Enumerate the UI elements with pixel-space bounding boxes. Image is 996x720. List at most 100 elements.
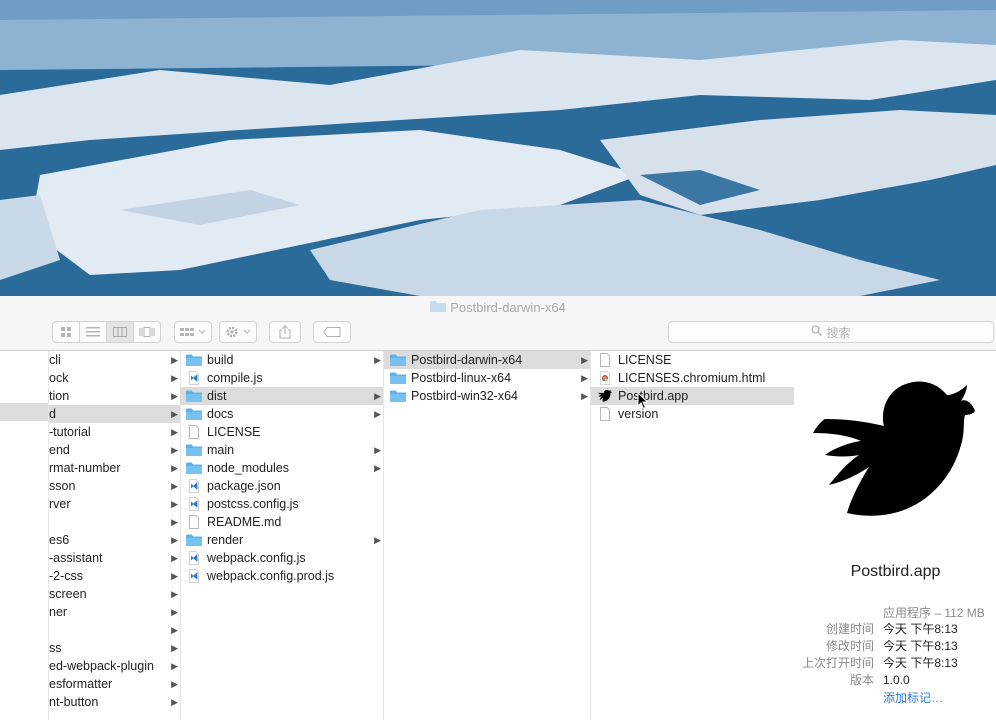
chrome-html-icon [597, 371, 613, 385]
file-icon [597, 353, 613, 367]
list-item[interactable]: ed-webpack-plugin ▶ [49, 657, 180, 675]
list-item[interactable]: LICENSE [591, 351, 794, 369]
list-item[interactable]: LICENSE [180, 423, 383, 441]
list-item[interactable]: build ▶ [180, 351, 383, 369]
file-icon [186, 515, 202, 529]
share-button[interactable] [269, 321, 301, 343]
disclosure-arrow-icon: ▶ [171, 643, 178, 653]
disclosure-arrow-icon: ▶ [171, 625, 178, 635]
list-item-label: Postbird-win32-x64 [411, 389, 518, 403]
last-opened-value: 今天 下午8:13 [883, 656, 958, 670]
list-item[interactable]: dist ▶ [180, 387, 383, 405]
disclosure-arrow-icon: ▶ [374, 355, 381, 365]
browser-column-1: cli ▶ ock ▶ tion ▶ d ▶ -tutorial ▶ end ▶ rmat-number… [48, 351, 181, 720]
list-item-label: Postbird-linux-x64 [411, 371, 512, 385]
search-icon [811, 325, 823, 339]
list-item[interactable]: ner ▶ [49, 603, 180, 621]
gear-icon[interactable] [220, 322, 256, 342]
list-item[interactable]: ▶ [49, 513, 180, 531]
list-item[interactable]: es6 ▶ [49, 531, 180, 549]
list-item[interactable]: Postbird.app [591, 387, 794, 405]
list-item[interactable]: cli ▶ [49, 351, 180, 369]
list-item[interactable]: postcss.config.js [180, 495, 383, 513]
list-item[interactable]: ss ▶ [49, 639, 180, 657]
list-item[interactable]: -assistant ▶ [49, 549, 180, 567]
list-item[interactable]: rver ▶ [49, 495, 180, 513]
list-item[interactable]: Postbird-darwin-x64 ▶ [384, 351, 590, 369]
list-item[interactable]: version [591, 405, 794, 423]
list-item[interactable]: LICENSES.chromium.html [591, 369, 794, 387]
list-item-label: LICENSE [618, 353, 672, 367]
list-item[interactable]: sson ▶ [49, 477, 180, 495]
disclosure-arrow-icon: ▶ [171, 553, 178, 563]
list-item[interactable]: esformatter ▶ [49, 675, 180, 693]
mouse-cursor-icon [637, 391, 649, 415]
list-item[interactable]: -2-css ▶ [49, 567, 180, 585]
disclosure-arrow-icon: ▶ [171, 499, 178, 509]
list-item[interactable]: README.md [180, 513, 383, 531]
file-icon [186, 425, 202, 439]
list-item[interactable]: main ▶ [180, 441, 383, 459]
list-item[interactable]: rmat-number ▶ [49, 459, 180, 477]
vscode-file-icon [186, 479, 202, 493]
list-item[interactable]: ▶ [49, 621, 180, 639]
share-icon[interactable] [270, 322, 300, 342]
folder-icon [430, 300, 447, 315]
list-item-label: screen [49, 587, 87, 601]
action-button[interactable] [219, 321, 257, 343]
list-item-label: -tutorial [49, 425, 91, 439]
list-item[interactable]: node_modules ▶ [180, 459, 383, 477]
tags-button[interactable] [313, 321, 351, 343]
list-item-label: ock [49, 371, 69, 385]
disclosure-arrow-icon: ▶ [171, 463, 178, 473]
list-item[interactable]: end ▶ [49, 441, 180, 459]
finder-window: Postbird-darwin-x64 搜索 cli ▶ ock ▶ tion … [0, 296, 996, 720]
created-label: 创建时间 [825, 622, 874, 636]
search-input[interactable]: 搜索 [668, 321, 994, 343]
list-item-label: dist [207, 389, 227, 403]
list-item-label: render [207, 533, 244, 547]
icon-view-icon[interactable] [53, 322, 80, 342]
list-item[interactable]: Postbird-win32-x64 ▶ [384, 387, 590, 405]
list-item[interactable]: webpack.config.prod.js [180, 567, 383, 585]
arrange-icon[interactable] [175, 322, 211, 342]
disclosure-arrow-icon: ▶ [171, 445, 178, 455]
list-item[interactable]: -tutorial ▶ [49, 423, 180, 441]
disclosure-arrow-icon: ▶ [171, 481, 178, 491]
disclosure-arrow-icon: ▶ [374, 445, 381, 455]
column-view-icon[interactable] [107, 322, 134, 342]
list-item[interactable]: ock ▶ [49, 369, 180, 387]
list-item[interactable]: package.json [180, 477, 383, 495]
list-item-label: sson [49, 479, 76, 493]
version-value: 1.0.0 [883, 673, 910, 687]
list-item[interactable]: screen ▶ [49, 585, 180, 603]
arrange-button[interactable] [174, 321, 212, 343]
browser-column-3: Postbird-darwin-x64 ▶ Postbird-linux-x64 ▶ P… [384, 351, 591, 720]
list-item-label: ed-webpack-plugin [49, 659, 154, 673]
disclosure-arrow-icon: ▶ [374, 463, 381, 473]
view-mode-control[interactable] [52, 321, 161, 343]
disclosure-arrow-icon: ▶ [581, 355, 588, 365]
list-item[interactable]: compile.js [180, 369, 383, 387]
list-view-icon[interactable] [80, 322, 107, 342]
list-item[interactable]: webpack.config.js [180, 549, 383, 567]
vscode-file-icon [186, 371, 202, 385]
list-item[interactable]: Postbird-linux-x64 ▶ [384, 369, 590, 387]
list-item-label: webpack.config.prod.js [207, 569, 335, 583]
list-item-label: LICENSES.chromium.html [618, 371, 766, 385]
list-item[interactable]: docs ▶ [180, 405, 383, 423]
bird-icon [803, 371, 978, 546]
folder-icon [186, 407, 202, 421]
list-item[interactable]: tion ▶ [49, 387, 180, 405]
preview-file-name: Postbird.app [850, 563, 941, 580]
tag-icon[interactable] [314, 322, 350, 342]
list-item[interactable]: nt-button ▶ [49, 693, 180, 711]
list-item-label: -2-css [49, 569, 84, 583]
window-titlebar[interactable]: Postbird-darwin-x64 [0, 296, 996, 318]
preview-pane: Postbird.app 应用程序 – 112 MB 创建时间 今天 下午8:1… [795, 351, 996, 720]
list-item[interactable]: d ▶ [49, 405, 180, 423]
list-item-label: esformatter [49, 677, 113, 691]
add-tags-link[interactable]: 添加标记… [883, 689, 943, 706]
cover-flow-icon[interactable] [134, 322, 160, 342]
list-item[interactable]: render ▶ [180, 531, 383, 549]
